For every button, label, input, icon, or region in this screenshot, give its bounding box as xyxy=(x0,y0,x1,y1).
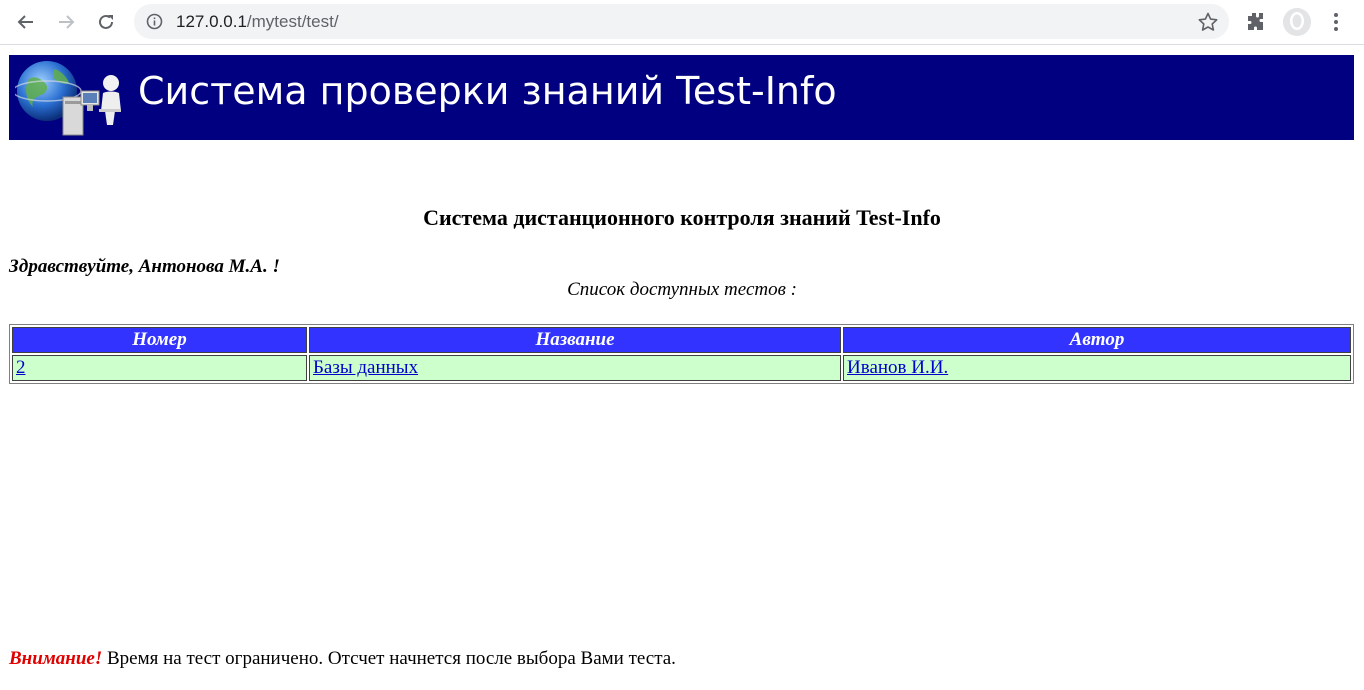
url-text[interactable]: 127.0.0.1/mytest/test/ xyxy=(176,12,339,32)
arrow-left-icon xyxy=(17,15,33,29)
arrow-right-icon xyxy=(59,15,75,29)
column-header-title: Название xyxy=(309,327,841,353)
address-bar[interactable]: 127.0.0.1/mytest/test/ xyxy=(134,4,1229,39)
reload-icon xyxy=(99,14,113,29)
cell-author: Иванов И.И. xyxy=(843,355,1351,381)
url-path: /mytest/test/ xyxy=(246,12,339,31)
test-author-link[interactable]: Иванов И.И. xyxy=(847,357,948,378)
notice-text: Время на тест ограничено. Отсчет начнетс… xyxy=(102,648,676,669)
back-button[interactable] xyxy=(10,6,42,38)
column-header-author: Автор xyxy=(843,327,1351,353)
warning-label: Внимание! xyxy=(9,648,103,669)
table-row: 2 Базы данных Иванов И.И. xyxy=(12,355,1351,381)
table-header-row: Номер Название Автор xyxy=(12,327,1351,353)
time-limit-notice: Внимание! Время на тест ограничено. Отсч… xyxy=(9,648,676,670)
cell-number: 2 xyxy=(12,355,307,381)
extensions-icon[interactable] xyxy=(1243,10,1267,34)
kebab-menu-icon[interactable] xyxy=(1326,10,1346,34)
site-banner: Система проверки знаний Test-Info xyxy=(9,55,1354,140)
column-header-number: Номер xyxy=(12,327,307,353)
tests-table: Номер Название Автор 2 Базы данных Ивано… xyxy=(9,324,1354,384)
url-host: 127.0.0.1 xyxy=(176,12,247,31)
test-title-link[interactable]: Базы данных xyxy=(313,357,418,378)
greeting-text: Здравствуйте, Антонова М.А. ! xyxy=(9,256,280,277)
page-title: Система дистанционного контроля знаний T… xyxy=(423,205,941,230)
tests-list-caption: Список доступных тестов : xyxy=(567,279,797,300)
browser-toolbar: 127.0.0.1/mytest/test/ xyxy=(0,0,1364,45)
cell-title: Базы данных xyxy=(309,355,841,381)
profile-avatar[interactable] xyxy=(1283,8,1311,36)
star-icon[interactable] xyxy=(1197,11,1219,33)
profile-icon xyxy=(1283,8,1311,36)
reload-button[interactable] xyxy=(90,6,122,38)
test-number-link[interactable]: 2 xyxy=(16,357,26,378)
globe-computer-logo-icon xyxy=(15,61,121,136)
banner-title: Система проверки знаний Test-Info xyxy=(138,69,837,113)
forward-button[interactable] xyxy=(50,6,82,38)
info-icon[interactable] xyxy=(146,13,163,30)
